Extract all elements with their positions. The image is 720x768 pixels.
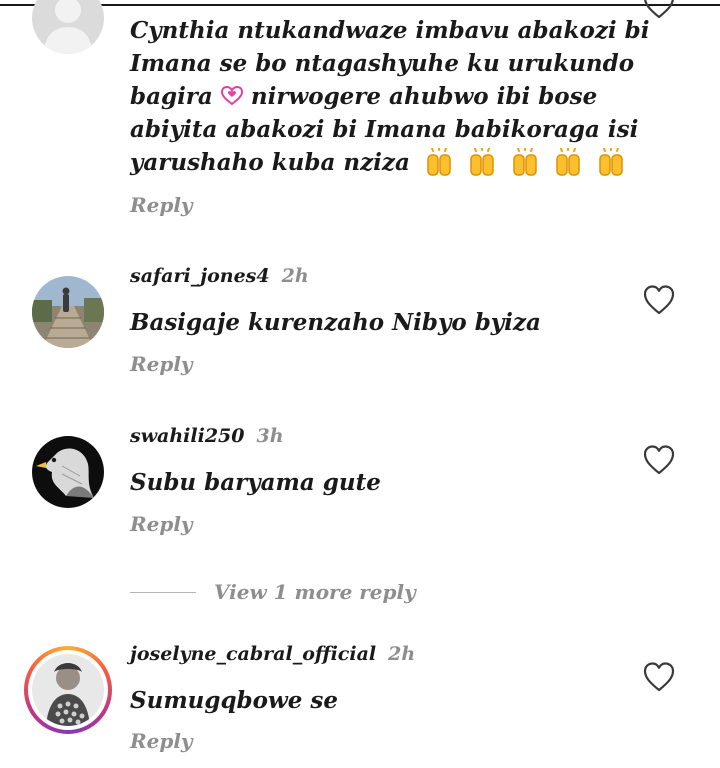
reply-button[interactable]: Reply <box>130 729 193 753</box>
timestamp: 2h <box>281 265 309 287</box>
heart-outline-icon[interactable] <box>642 0 676 20</box>
username[interactable]: swahili250 <box>130 425 245 447</box>
comment-text: Cynthia ntukandwaze imbavu abakozi bi Im… <box>130 17 650 176</box>
default-avatar[interactable] <box>32 0 104 54</box>
comment-text: Subu baryama gute <box>130 469 381 496</box>
story-ring-avatar[interactable] <box>24 646 112 734</box>
two-hearts-icon <box>220 82 243 106</box>
clapping-hands-icon <box>467 147 497 176</box>
heart-outline-icon[interactable] <box>642 444 676 476</box>
avatar[interactable] <box>32 276 104 348</box>
replies-divider-line <box>130 592 196 593</box>
comment-meta: safari_jones4 2h <box>130 265 309 287</box>
username[interactable]: safari_jones4 <box>130 265 270 287</box>
heart-outline-icon[interactable] <box>642 661 676 693</box>
reply-button[interactable]: Reply <box>130 193 193 217</box>
comment-1: Cynthia ntukandwaze imbavu abakozi bi Im… <box>0 0 720 230</box>
clapping-hands-icon <box>424 147 454 176</box>
timestamp: 3h <box>256 425 284 447</box>
comment-meta: joselyne_cabral_official 2h <box>130 643 415 665</box>
clapping-hands-icon <box>553 147 583 176</box>
view-more-replies-label: View 1 more reply <box>214 580 416 604</box>
timestamp: 2h <box>388 643 416 665</box>
comment-4: joselyne_cabral_official 2h Sumugqbowe se… <box>0 638 720 768</box>
comment-3: swahili250 3h Subu baryama gute Reply <box>0 420 720 550</box>
clapping-hands-icon <box>510 147 540 176</box>
avatar <box>32 654 104 726</box>
username[interactable]: joselyne_cabral_official <box>130 643 376 665</box>
comment-meta: swahili250 3h <box>130 425 284 447</box>
avatar[interactable] <box>32 436 104 508</box>
comment-text: Basigaje kurenzaho Nibyo byiza <box>130 309 541 336</box>
clapping-hands-icon <box>596 147 626 176</box>
heart-outline-icon[interactable] <box>642 284 676 316</box>
clap-emoji-group <box>424 147 631 176</box>
comment-text: Sumugqbowe se <box>130 687 338 714</box>
comment-2: safari_jones4 2h Basigaje kurenzaho Nibyo… <box>0 260 720 390</box>
reply-button[interactable]: Reply <box>130 352 193 376</box>
reply-button[interactable]: Reply <box>130 512 193 536</box>
